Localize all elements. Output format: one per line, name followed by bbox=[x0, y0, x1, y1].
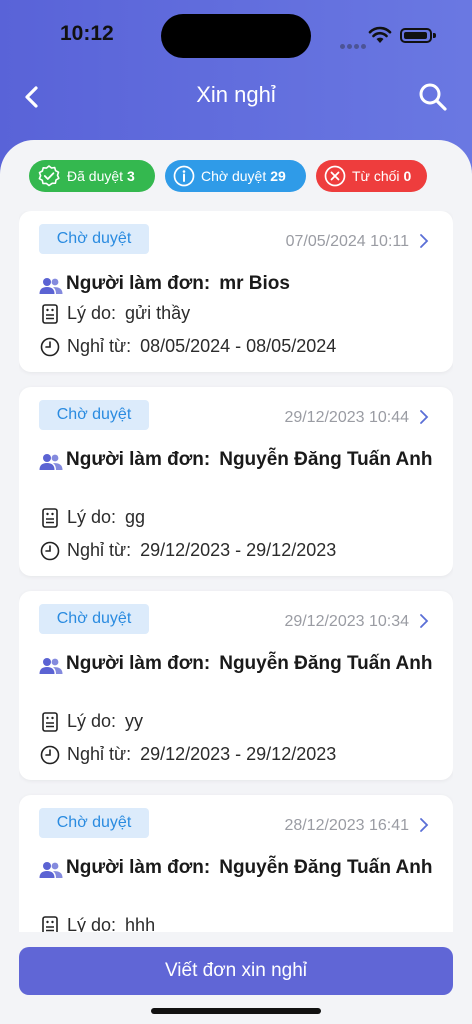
period-value: 29/12/2023 - 29/12/2023 bbox=[140, 744, 337, 764]
chevron-right-icon bbox=[420, 234, 429, 248]
reason-row: Lý do: gửi thầy bbox=[39, 303, 190, 324]
wifi-icon bbox=[368, 26, 392, 43]
period-label: Nghỉ từ: bbox=[67, 744, 132, 764]
request-datetime: 29/12/2023 10:34 bbox=[284, 613, 409, 630]
applicant-row: Người làm đơn: Nguyễn Đăng Tuấn Anh bbox=[39, 649, 439, 678]
users-icon bbox=[39, 278, 63, 294]
period-row: Nghỉ từ: 29/12/2023 - 29/12/2023 bbox=[39, 744, 336, 765]
info-icon bbox=[173, 165, 195, 187]
applicant-name: Nguyễn Đăng Tuấn Anh bbox=[219, 857, 433, 878]
applicant-name: Nguyễn Đăng Tuấn Anh bbox=[219, 449, 433, 470]
period-label: Nghỉ từ: bbox=[67, 336, 132, 356]
reason-label: Lý do: bbox=[67, 711, 117, 731]
filter-pending-chip[interactable]: Chờ duyệt 29 bbox=[165, 160, 306, 192]
applicant-row: Người làm đơn: Nguyễn Đăng Tuấn Anh bbox=[39, 445, 439, 474]
status-filter-bar: Đã duyệt 3 Chờ duyệt 29 Từ chối 0 bbox=[29, 160, 427, 192]
applicant-row: Người làm đơn: mr Bios bbox=[39, 269, 439, 298]
status-badge: Chờ duyệt bbox=[39, 604, 149, 634]
period-label: Nghỉ từ: bbox=[67, 540, 132, 560]
applicant-name: Nguyễn Đăng Tuấn Anh bbox=[219, 653, 433, 674]
filter-approved-count: 3 bbox=[127, 168, 135, 184]
clock-icon bbox=[40, 337, 60, 356]
status-badge: Chờ duyệt bbox=[39, 808, 149, 838]
write-leave-request-button[interactable]: Viết đơn xin nghỉ bbox=[19, 947, 453, 995]
status-bar: 10:12 bbox=[0, 0, 472, 70]
reason-label: Lý do: bbox=[67, 915, 117, 933]
request-datetime: 29/12/2023 10:44 bbox=[284, 409, 409, 426]
applicant-label: Người làm đơn: bbox=[66, 449, 211, 470]
chevron-right-icon bbox=[420, 818, 429, 832]
battery-icon bbox=[400, 28, 436, 43]
document-icon bbox=[42, 711, 58, 732]
filter-pending-label: Chờ duyệt bbox=[201, 168, 267, 184]
reason-row: Lý do: gg bbox=[39, 507, 145, 528]
search-icon[interactable] bbox=[416, 80, 450, 114]
home-indicator bbox=[151, 1008, 321, 1014]
chevron-right-icon bbox=[420, 614, 429, 628]
filter-rejected-chip[interactable]: Từ chối 0 bbox=[316, 160, 427, 192]
leave-request-card[interactable]: Chờ duyệt 29/12/2023 10:44 Người làm đơn… bbox=[19, 387, 453, 576]
filter-rejected-count: 0 bbox=[403, 168, 412, 184]
status-badge: Chờ duyệt bbox=[39, 400, 149, 430]
chevron-right-icon bbox=[420, 410, 429, 424]
close-circle-icon bbox=[324, 165, 346, 187]
leave-request-card[interactable]: Chờ duyệt 07/05/2024 10:11 Người làm đơn… bbox=[19, 211, 453, 372]
clock-icon bbox=[40, 745, 60, 764]
users-icon bbox=[39, 658, 63, 674]
users-icon bbox=[39, 454, 63, 470]
reason-row: Lý do: hhh bbox=[39, 915, 155, 933]
users-icon bbox=[39, 862, 63, 878]
document-icon bbox=[42, 507, 58, 528]
reason-value: gửi thầy bbox=[125, 303, 191, 323]
leave-request-card[interactable]: Chờ duyệt 29/12/2023 10:34 Người làm đơn… bbox=[19, 591, 453, 780]
verified-badge-icon bbox=[38, 165, 60, 187]
request-datetime: 07/05/2024 10:11 bbox=[285, 233, 409, 250]
filter-approved-chip[interactable]: Đã duyệt 3 bbox=[29, 160, 155, 192]
document-icon bbox=[42, 303, 58, 324]
applicant-label: Người làm đơn: bbox=[66, 653, 211, 674]
document-icon bbox=[42, 915, 58, 933]
filter-approved-label: Đã duyệt bbox=[67, 168, 124, 184]
reason-label: Lý do: bbox=[67, 507, 117, 527]
signal-icon bbox=[340, 36, 368, 54]
applicant-label: Người làm đơn: bbox=[66, 273, 211, 294]
reason-row: Lý do: yy bbox=[39, 711, 143, 732]
filter-rejected-label: Từ chối bbox=[352, 168, 400, 184]
clock-icon bbox=[40, 541, 60, 560]
reason-label: Lý do: bbox=[67, 303, 117, 323]
reason-value: hhh bbox=[125, 915, 156, 933]
applicant-row: Người làm đơn: Nguyễn Đăng Tuấn Anh bbox=[39, 853, 439, 882]
period-row: Nghỉ từ: 29/12/2023 - 29/12/2023 bbox=[39, 540, 336, 561]
leave-request-card[interactable]: Chờ duyệt 28/12/2023 16:41 Người làm đơn… bbox=[19, 795, 453, 933]
applicant-label: Người làm đơn: bbox=[66, 857, 211, 878]
period-value: 29/12/2023 - 29/12/2023 bbox=[140, 540, 337, 560]
period-value: 08/05/2024 - 08/05/2024 bbox=[140, 336, 337, 356]
reason-value: yy bbox=[125, 711, 144, 731]
leave-request-list[interactable]: Chờ duyệt 07/05/2024 10:11 Người làm đơn… bbox=[19, 211, 453, 933]
camera-notch bbox=[161, 14, 311, 58]
request-datetime: 28/12/2023 16:41 bbox=[284, 817, 409, 834]
reason-value: gg bbox=[125, 507, 146, 527]
status-time: 10:12 bbox=[60, 22, 114, 45]
page-title: Xin nghỉ bbox=[196, 82, 276, 107]
period-row: Nghỉ từ: 08/05/2024 - 08/05/2024 bbox=[39, 336, 336, 357]
status-badge: Chờ duyệt bbox=[39, 224, 149, 254]
filter-pending-count: 29 bbox=[270, 168, 286, 184]
applicant-name: mr Bios bbox=[219, 273, 290, 294]
